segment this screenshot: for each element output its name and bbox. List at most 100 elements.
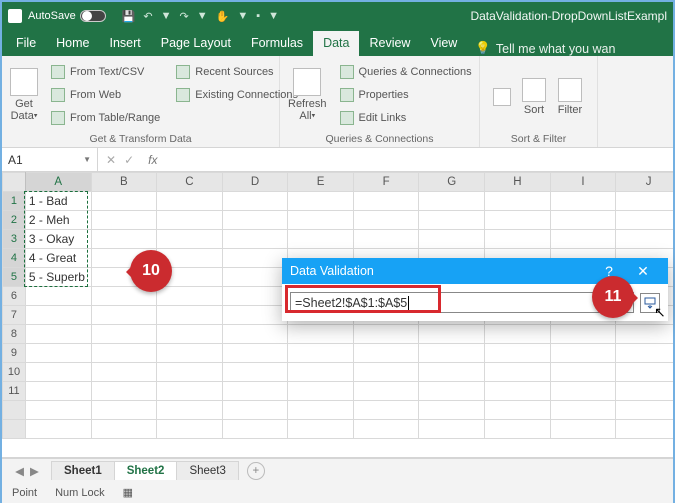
col-header-C[interactable]: C xyxy=(157,173,223,192)
dialog-range-value: =Sheet2!$A$1:$A$5 xyxy=(295,296,407,310)
tab-page-layout[interactable]: Page Layout xyxy=(151,31,241,56)
tell-me[interactable]: 💡 Tell me what you wan xyxy=(475,41,615,56)
connections-icon xyxy=(176,88,190,102)
title-bar: AutoSave 💾 ↶▼ ↷▼ ✋▼ ▪▼ DataValidation-Dr… xyxy=(2,2,673,30)
next-sheet-icon[interactable]: ▶ xyxy=(30,464,39,478)
from-web-button[interactable]: From Web xyxy=(48,85,163,105)
col-header-B[interactable]: B xyxy=(91,173,157,192)
recent-icon xyxy=(176,65,190,79)
cell-A3[interactable]: 3 - Okay xyxy=(25,230,91,249)
group-sort-filter-label: Sort & Filter xyxy=(488,131,589,145)
col-header-D[interactable]: D xyxy=(222,173,288,192)
customize-qat-icon[interactable]: ▪ xyxy=(256,10,260,22)
select-all-corner[interactable] xyxy=(3,173,26,192)
col-header-A[interactable]: A xyxy=(25,173,91,192)
quick-access-toolbar: 💾 ↶▼ ↷▼ ✋▼ ▪▼ xyxy=(122,10,279,23)
text-csv-icon xyxy=(51,65,65,79)
refresh-all-button[interactable]: RefreshAll▾ xyxy=(288,59,327,131)
ribbon-tabs: File Home Insert Page Layout Formulas Da… xyxy=(2,30,673,56)
excel-icon xyxy=(8,9,22,23)
tab-file[interactable]: File xyxy=(6,31,46,56)
sheet-tab-3[interactable]: Sheet3 xyxy=(176,461,238,480)
undo-icon[interactable]: ↶ xyxy=(143,10,152,23)
cancel-icon[interactable]: ✕ xyxy=(106,153,116,167)
tab-formulas[interactable]: Formulas xyxy=(241,31,313,56)
lightbulb-icon: 💡 xyxy=(475,41,491,56)
row-header-4[interactable]: 4 xyxy=(3,249,26,268)
row-header-1[interactable]: 1 xyxy=(3,192,26,211)
formula-bar-buttons: ✕ ✓ fx xyxy=(98,153,165,167)
save-icon[interactable]: 💾 xyxy=(122,10,136,23)
dialog-range-input[interactable]: =Sheet2!$A$1:$A$5 xyxy=(290,292,634,313)
name-box-value: A1 xyxy=(8,153,23,167)
cell-A4[interactable]: 4 - Great xyxy=(25,249,91,268)
row-header-5[interactable]: 5 xyxy=(3,268,26,287)
status-mode: Point xyxy=(12,487,37,499)
from-table-range-button[interactable]: From Table/Range xyxy=(48,108,163,128)
cell-A2[interactable]: 2 - Meh xyxy=(25,211,91,230)
get-data-label: GetData▾ xyxy=(11,98,38,122)
col-header-E[interactable]: E xyxy=(288,173,354,192)
tab-review[interactable]: Review xyxy=(359,31,420,56)
name-box[interactable]: A1 ▼ xyxy=(2,148,98,171)
autosave-toggle[interactable]: AutoSave xyxy=(28,10,106,22)
tab-insert[interactable]: Insert xyxy=(100,31,151,56)
queries-icon xyxy=(340,65,354,79)
properties-button[interactable]: Properties xyxy=(337,85,475,105)
cell-A1[interactable]: 1 - Bad xyxy=(25,192,91,211)
name-box-dropdown-icon[interactable]: ▼ xyxy=(83,155,91,164)
fx-icon[interactable]: fx xyxy=(142,153,157,167)
annotation-callout-11: 11 xyxy=(592,276,634,318)
filter-icon xyxy=(558,78,582,102)
row-header-7[interactable]: 7 xyxy=(3,306,26,325)
enter-icon[interactable]: ✓ xyxy=(124,153,134,167)
sheet-tab-2[interactable]: Sheet2 xyxy=(114,461,178,480)
prev-sheet-icon[interactable]: ◀ xyxy=(15,464,24,478)
get-data-icon xyxy=(10,68,38,96)
edit-links-button[interactable]: Edit Links xyxy=(337,108,475,128)
queries-connections-button[interactable]: Queries & Connections xyxy=(337,62,475,82)
sheet-tab-1[interactable]: Sheet1 xyxy=(51,461,115,480)
links-icon xyxy=(340,111,354,125)
refresh-all-label: RefreshAll▾ xyxy=(288,98,327,122)
from-text-csv-button[interactable]: From Text/CSV xyxy=(48,62,163,82)
annotation-callout-10: 10 xyxy=(130,250,172,292)
sort-az-button[interactable] xyxy=(488,88,516,106)
row-header-6[interactable]: 6 xyxy=(3,287,26,306)
tab-view[interactable]: View xyxy=(420,31,467,56)
row-header-10[interactable]: 10 xyxy=(3,363,26,382)
group-queries-label: Queries & Connections xyxy=(288,131,471,145)
row-header-9[interactable]: 9 xyxy=(3,344,26,363)
macro-record-icon[interactable]: ▦ xyxy=(123,486,133,499)
row-header-11[interactable]: 11 xyxy=(3,382,26,401)
tab-data[interactable]: Data xyxy=(313,31,359,56)
dialog-title: Data Validation xyxy=(290,264,374,278)
row-header-8[interactable]: 8 xyxy=(3,325,26,344)
status-bar: Point Num Lock ▦ xyxy=(2,482,673,503)
tab-home[interactable]: Home xyxy=(46,31,99,56)
col-header-F[interactable]: F xyxy=(353,173,419,192)
filter-button[interactable]: Filter xyxy=(552,78,588,116)
get-data-button[interactable]: GetData▾ xyxy=(10,59,38,131)
touch-mode-icon[interactable]: ✋ xyxy=(216,10,230,23)
autosave-label: AutoSave xyxy=(28,10,76,22)
col-header-J[interactable]: J xyxy=(616,173,673,192)
col-header-G[interactable]: G xyxy=(419,173,485,192)
az-icon xyxy=(493,88,511,106)
dialog-close-button[interactable]: ✕ xyxy=(626,263,660,280)
new-sheet-button[interactable]: + xyxy=(247,462,265,480)
properties-icon xyxy=(340,88,354,102)
document-title: DataValidation-DropDownListExampl xyxy=(470,9,667,23)
table-icon xyxy=(51,111,65,125)
row-header-2[interactable]: 2 xyxy=(3,211,26,230)
redo-icon[interactable]: ↷ xyxy=(180,10,189,23)
status-numlock: Num Lock xyxy=(55,487,105,499)
formula-bar-row: A1 ▼ ✕ ✓ fx xyxy=(2,148,673,172)
col-header-I[interactable]: I xyxy=(550,173,616,192)
group-get-transform-label: Get & Transform Data xyxy=(10,131,271,145)
col-header-H[interactable]: H xyxy=(485,173,551,192)
cell-A5[interactable]: 5 - Superb xyxy=(25,268,91,287)
ribbon: GetData▾ From Text/CSV From Web From Tab… xyxy=(2,56,673,148)
sort-button[interactable]: Sort xyxy=(516,78,552,116)
row-header-3[interactable]: 3 xyxy=(3,230,26,249)
